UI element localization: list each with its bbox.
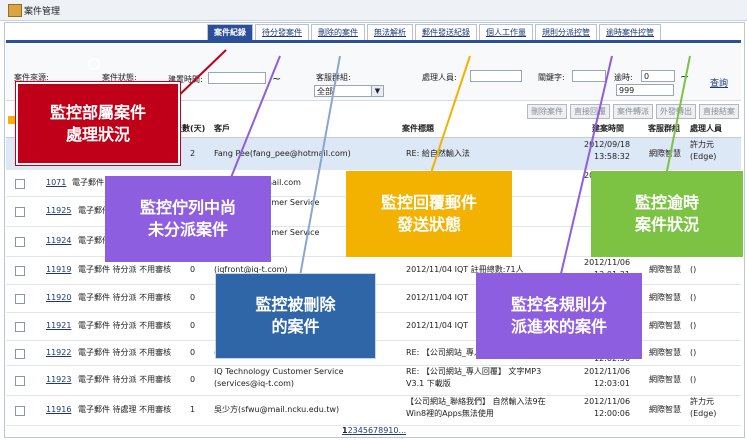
callout-deleted-cases: 監控被刪除 的案件 bbox=[215, 273, 376, 359]
callout-department-cases: 監控部屬案件 處理狀況 bbox=[16, 82, 180, 165]
callout-rule-dispatched: 監控各規則分 派進來的案件 bbox=[476, 273, 642, 359]
callout-unassigned-queue: 監控佇列中尚 未分派案件 bbox=[105, 176, 271, 262]
callout-overdue-cases: 監控逾時 案件狀況 bbox=[591, 171, 743, 257]
callout-reply-mail-status: 監控回覆郵件 發送狀態 bbox=[346, 171, 512, 257]
